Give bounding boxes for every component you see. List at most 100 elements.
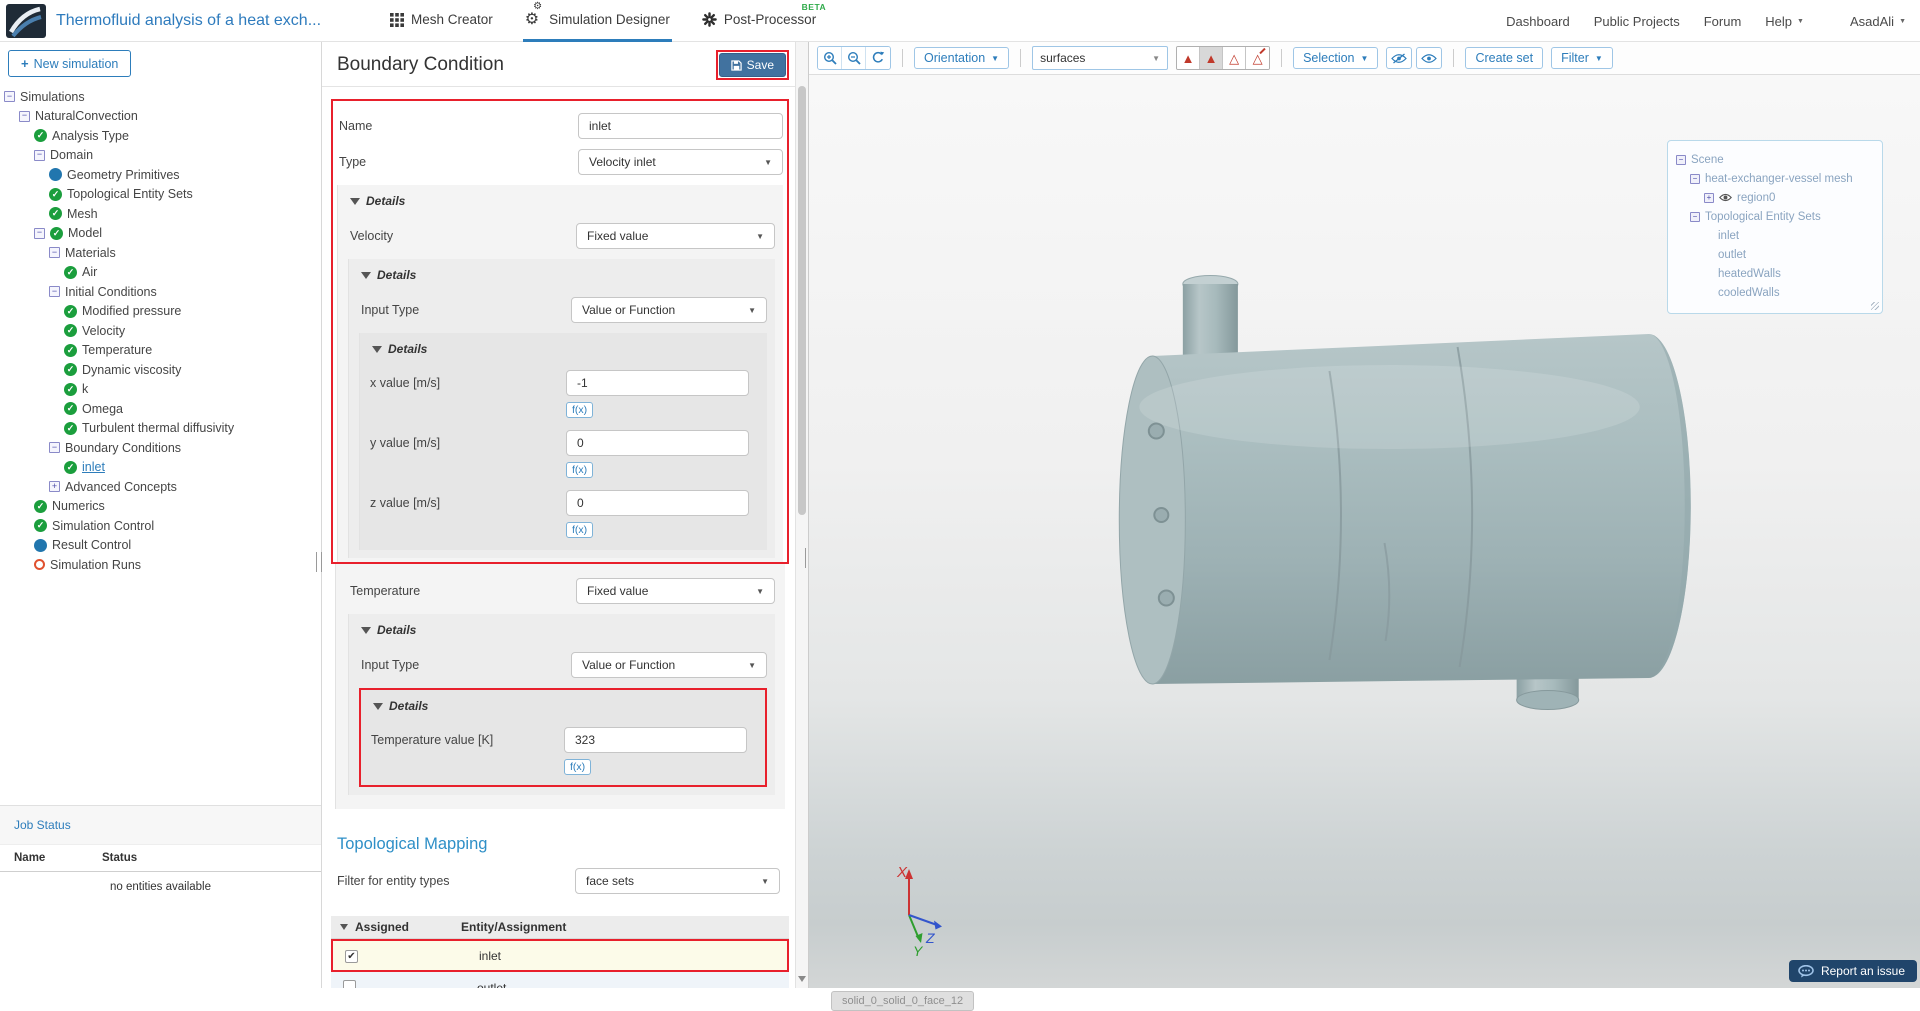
fx-button[interactable]: f(x) bbox=[566, 402, 594, 418]
collapse-icon[interactable] bbox=[49, 247, 60, 259]
sidebar-item-domain[interactable]: Domain bbox=[0, 146, 321, 166]
scene-item-topological-entity-sets[interactable]: Topological Entity Sets bbox=[1676, 207, 1874, 226]
table-row-outlet[interactable]: outlet bbox=[331, 972, 789, 988]
sidebar-item-topological-entity-sets[interactable]: Topological Entity Sets bbox=[0, 185, 321, 205]
nav-dashboard[interactable]: Dashboard bbox=[1506, 14, 1570, 29]
sidebar-item-k[interactable]: k bbox=[0, 380, 321, 400]
panel-scrollbar[interactable] bbox=[795, 42, 808, 988]
eye-icon[interactable] bbox=[1719, 193, 1732, 202]
table-row-inlet[interactable]: inlet bbox=[331, 939, 789, 972]
collapse-icon[interactable] bbox=[34, 227, 45, 239]
collapse-icon[interactable] bbox=[1676, 154, 1686, 165]
zoom-in-button[interactable] bbox=[818, 47, 842, 69]
nav-forum[interactable]: Forum bbox=[1704, 14, 1742, 29]
scene-item-region0[interactable]: region0 bbox=[1676, 188, 1874, 207]
viewport-canvas[interactable]: Scene heat-exchanger-vessel mesh region0… bbox=[809, 75, 1920, 1011]
scene-item-cooledwalls[interactable]: cooledWalls bbox=[1676, 283, 1874, 302]
collapse-icon[interactable] bbox=[1690, 211, 1700, 222]
z-value-input[interactable]: 0 bbox=[566, 490, 749, 516]
sidebar-item-boundary-conditions[interactable]: Boundary Conditions bbox=[0, 438, 321, 458]
new-simulation-button[interactable]: New simulation bbox=[8, 50, 132, 77]
sort-caret-icon[interactable] bbox=[340, 924, 348, 930]
sidebar-item-analysis-type[interactable]: Analysis Type bbox=[0, 126, 321, 146]
collapse-icon[interactable] bbox=[49, 442, 60, 454]
sidebar-item-modified-pressure[interactable]: Modified pressure bbox=[0, 302, 321, 322]
scrollbar-thumb[interactable] bbox=[798, 86, 806, 515]
tab-post-processor[interactable]: Post-Processor BETA bbox=[700, 0, 826, 42]
entity-filter-select[interactable]: face sets ▼ bbox=[575, 868, 780, 894]
sidebar-item-advanced-concepts[interactable]: Advanced Concepts bbox=[0, 477, 321, 497]
sidebar-item-result-control[interactable]: Result Control bbox=[0, 536, 321, 556]
nav-public-projects[interactable]: Public Projects bbox=[1594, 14, 1680, 29]
create-set-button[interactable]: Create set bbox=[1465, 47, 1544, 69]
collapse-icon[interactable] bbox=[19, 110, 30, 122]
scene-item-mesh[interactable]: heat-exchanger-vessel mesh bbox=[1676, 169, 1874, 188]
overlay-resize-handle[interactable] bbox=[1871, 302, 1879, 310]
expand-icon[interactable] bbox=[49, 481, 60, 493]
details-header[interactable]: Details bbox=[359, 261, 767, 287]
sidebar-item-naturalconvection[interactable]: NaturalConvection bbox=[0, 107, 321, 127]
sidebar-item-materials[interactable]: Materials bbox=[0, 243, 321, 263]
velocity-select[interactable]: Fixed value ▼ bbox=[576, 223, 775, 249]
sidebar-resize-grip[interactable] bbox=[316, 552, 322, 572]
name-input[interactable]: inlet bbox=[578, 113, 783, 139]
orientation-button[interactable]: Orientation ▼ bbox=[914, 47, 1010, 69]
collapse-icon[interactable] bbox=[34, 149, 45, 161]
sidebar-item-inlet[interactable]: inlet bbox=[0, 458, 321, 478]
tab-simulation-designer[interactable]: ⚙ ⚙ Simulation Designer bbox=[522, 0, 672, 42]
reset-view-button[interactable] bbox=[866, 47, 890, 69]
fx-button[interactable]: f(x) bbox=[564, 759, 592, 775]
tab-mesh-creator[interactable]: Mesh Creator bbox=[388, 0, 495, 42]
show-selection-button[interactable] bbox=[1416, 47, 1443, 69]
scene-item-inlet[interactable]: inlet bbox=[1676, 226, 1874, 245]
sidebar-item-velocity[interactable]: Velocity bbox=[0, 321, 321, 341]
save-button[interactable]: Save bbox=[718, 53, 786, 77]
nav-help[interactable]: Help ▼ bbox=[1765, 14, 1804, 29]
sidebar-item-turbulent-thermal-diffusivity[interactable]: Turbulent thermal diffusivity bbox=[0, 419, 321, 439]
surface-solid-button[interactable]: ▲ bbox=[1177, 47, 1201, 69]
sidebar-item-simulation-runs[interactable]: Simulation Runs bbox=[0, 555, 321, 575]
sidebar-item-simulation-control[interactable]: Simulation Control bbox=[0, 516, 321, 536]
sidebar-item-simulations[interactable]: Simulations bbox=[0, 87, 321, 107]
simscale-logo[interactable] bbox=[6, 4, 46, 38]
expand-icon[interactable] bbox=[1704, 192, 1714, 203]
sidebar-item-mesh[interactable]: Mesh bbox=[0, 204, 321, 224]
zoom-out-button[interactable] bbox=[842, 47, 866, 69]
sidebar-item-geometry-primitives[interactable]: Geometry Primitives bbox=[0, 165, 321, 185]
assigned-checkbox[interactable] bbox=[345, 950, 358, 964]
fx-button[interactable]: f(x) bbox=[566, 462, 594, 478]
x-value-input[interactable]: -1 bbox=[566, 370, 749, 396]
surface-edges-button[interactable]: ▲ bbox=[1200, 47, 1224, 69]
temperature-value-input[interactable]: 323 bbox=[564, 727, 747, 753]
details-header[interactable]: Details bbox=[359, 616, 767, 642]
details-header[interactable]: Details bbox=[370, 335, 759, 361]
scrollbar-down-arrow[interactable] bbox=[798, 976, 806, 982]
filter-button[interactable]: Filter ▼ bbox=[1551, 47, 1613, 69]
sidebar-item-dynamic-viscosity[interactable]: Dynamic viscosity bbox=[0, 360, 321, 380]
sidebar-item-temperature[interactable]: Temperature bbox=[0, 341, 321, 361]
y-value-input[interactable]: 0 bbox=[566, 430, 749, 456]
collapse-icon[interactable] bbox=[1690, 173, 1700, 184]
sidebar-item-numerics[interactable]: Numerics bbox=[0, 497, 321, 517]
report-issue-button[interactable]: Report an issue bbox=[1788, 960, 1917, 982]
nav-user-menu[interactable]: AsadAli ▼ bbox=[1850, 14, 1906, 29]
type-select[interactable]: Velocity inlet ▼ bbox=[578, 149, 783, 175]
render-mode-select[interactable]: surfaces ▼ bbox=[1032, 46, 1169, 70]
collapse-icon[interactable] bbox=[4, 91, 15, 103]
sidebar-item-air[interactable]: Air bbox=[0, 263, 321, 283]
project-title[interactable]: Thermofluid analysis of a heat exch... bbox=[56, 0, 321, 42]
wireframe-button[interactable]: △ bbox=[1223, 47, 1247, 69]
details-header[interactable]: Details bbox=[371, 692, 757, 718]
temperature-select[interactable]: Fixed value ▼ bbox=[576, 578, 775, 604]
sidebar-item-model[interactable]: Model bbox=[0, 224, 321, 244]
input-type-select[interactable]: Value or Function ▼ bbox=[571, 297, 767, 323]
scene-item-outlet[interactable]: outlet bbox=[1676, 245, 1874, 264]
scene-item-scene[interactable]: Scene bbox=[1676, 150, 1874, 169]
hide-selection-button[interactable] bbox=[1386, 47, 1413, 69]
details-header[interactable]: Details bbox=[348, 187, 775, 213]
scene-item-heatedwalls[interactable]: heatedWalls bbox=[1676, 264, 1874, 283]
sidebar-item-initial-conditions[interactable]: Initial Conditions bbox=[0, 282, 321, 302]
collapse-icon[interactable] bbox=[49, 286, 60, 298]
temp-input-type-select[interactable]: Value or Function ▼ bbox=[571, 652, 767, 678]
edit-mesh-button[interactable]: △ bbox=[1246, 47, 1270, 69]
